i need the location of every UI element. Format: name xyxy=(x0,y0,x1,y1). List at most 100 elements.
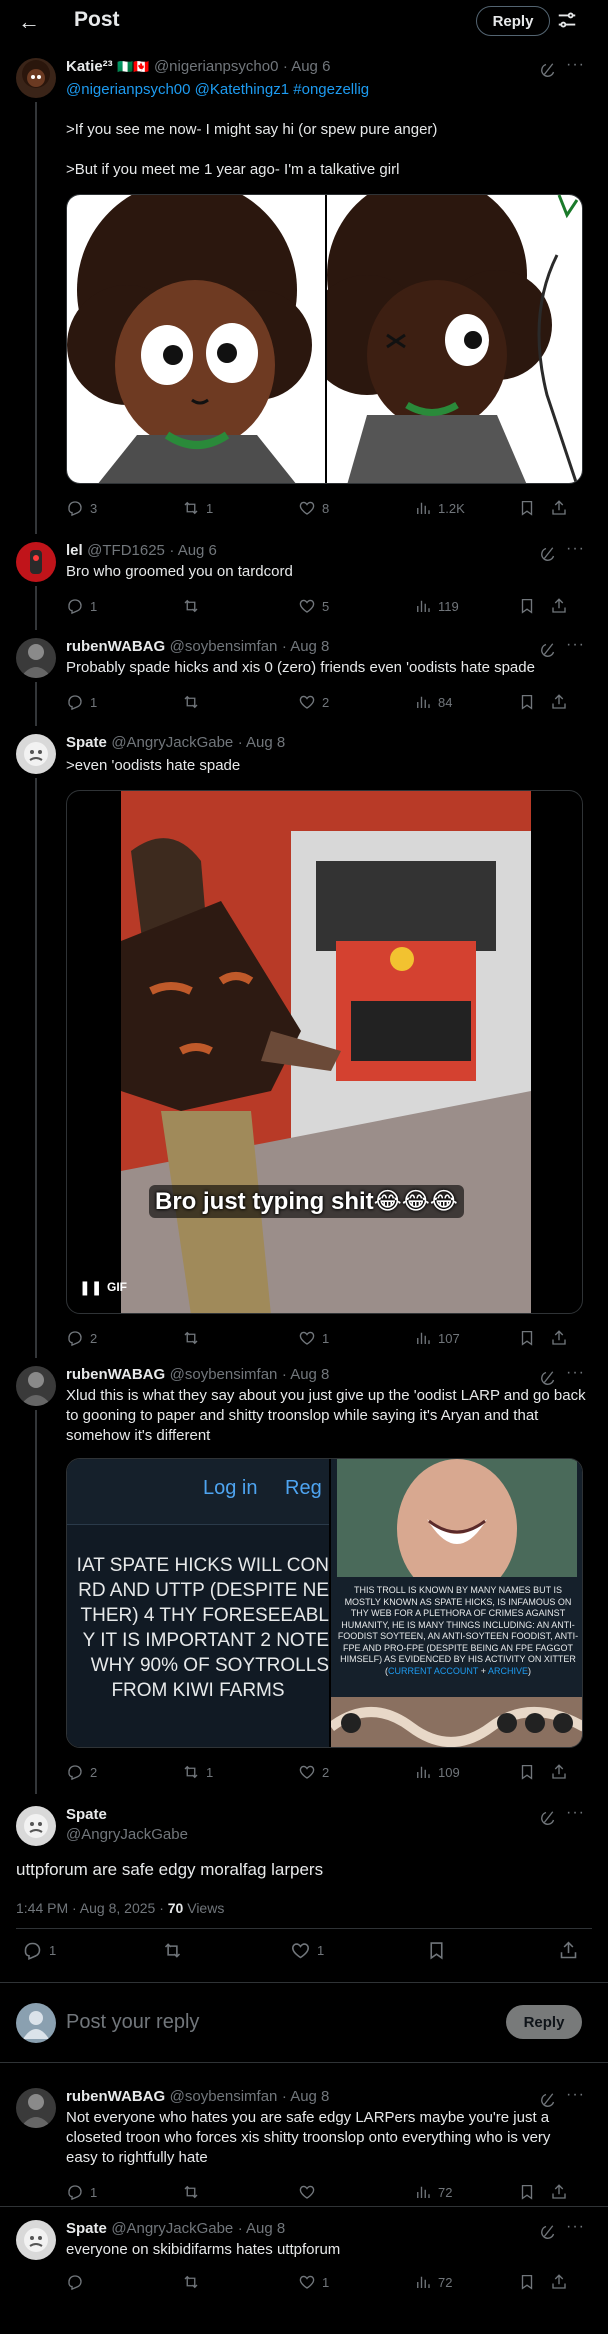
post-date[interactable]: · Aug 6 xyxy=(169,542,217,559)
avatar[interactable] xyxy=(16,1806,56,1846)
reply-icon[interactable]: 1 xyxy=(66,2183,182,2201)
post-date[interactable]: · Aug 6 xyxy=(283,58,331,75)
more-icon[interactable]: ··· xyxy=(566,2218,585,2236)
author-handle[interactable]: @soybensimfan xyxy=(170,2088,278,2105)
reply-icon[interactable]: 1 xyxy=(66,693,182,711)
image-right[interactable] xyxy=(327,195,582,483)
share-icon[interactable] xyxy=(558,1940,579,1961)
avatar[interactable] xyxy=(16,2220,56,2260)
author-name[interactable]: rubenWABAG xyxy=(66,2088,165,2105)
avatar[interactable] xyxy=(16,1366,56,1406)
post-date[interactable]: · Aug 8 xyxy=(282,1366,330,1383)
author-name[interactable]: Spate xyxy=(66,1806,107,1823)
more-icon[interactable]: ··· xyxy=(566,540,585,558)
bookmark-icon[interactable] xyxy=(518,1329,550,1347)
post-timestamp[interactable]: 1:44 PM · Aug 8, 2025 · xyxy=(16,1900,168,1916)
share-icon[interactable] xyxy=(550,1763,568,1781)
grok-icon[interactable] xyxy=(540,2090,558,2108)
share-icon[interactable] xyxy=(550,2183,568,2201)
grok-icon[interactable] xyxy=(540,544,558,562)
author-name[interactable]: rubenWABAG xyxy=(66,638,165,655)
repost-icon[interactable] xyxy=(182,597,298,615)
author-name[interactable]: Spate xyxy=(66,734,107,751)
reply-icon[interactable] xyxy=(66,2273,182,2291)
bookmark-icon[interactable] xyxy=(426,1940,558,1961)
reply-rubenwabag[interactable]: rubenWABAG @soybensimfan · Aug 8 ··· Not… xyxy=(0,2080,608,2208)
author-handle[interactable]: @soybensimfan xyxy=(170,638,278,655)
more-icon[interactable]: ··· xyxy=(566,636,585,654)
like-icon[interactable]: 1 xyxy=(298,1329,414,1347)
back-arrow-icon[interactable]: ← xyxy=(18,9,40,35)
author-handle[interactable]: @AngryJackGabe xyxy=(66,1826,188,1843)
repost-icon[interactable] xyxy=(182,1329,298,1347)
pause-icon[interactable]: ❚❚ xyxy=(79,1279,102,1296)
views-icon[interactable]: 119 xyxy=(414,597,518,615)
sliders-icon[interactable] xyxy=(556,9,580,31)
my-avatar[interactable] xyxy=(16,2003,56,2043)
more-icon[interactable]: ··· xyxy=(566,2086,585,2104)
views-icon[interactable]: 72 xyxy=(414,2273,518,2291)
author-name[interactable]: rubenWABAG xyxy=(66,1366,165,1383)
image-right[interactable]: THIS TROLL IS KNOWN BY MANY NAMES BUT IS… xyxy=(331,1459,582,1747)
reply-input[interactable]: Post your reply xyxy=(66,2011,466,2034)
avatar[interactable] xyxy=(16,734,56,774)
post-date[interactable]: · Aug 8 xyxy=(238,734,286,751)
views-icon[interactable]: 107 xyxy=(414,1329,518,1347)
post-rubenwabag-1[interactable]: rubenWABAG @soybensimfan · Aug 8 ··· Pro… xyxy=(0,630,608,726)
grok-icon[interactable] xyxy=(540,640,558,658)
bookmark-icon[interactable] xyxy=(518,693,550,711)
views-icon[interactable]: 1.2K xyxy=(414,499,518,517)
author-handle[interactable]: @TFD1625 xyxy=(87,542,165,559)
like-icon[interactable] xyxy=(298,2183,414,2201)
reply-icon[interactable]: 3 xyxy=(66,499,182,517)
views-icon[interactable]: 109 xyxy=(414,1763,518,1781)
author-name[interactable]: lel xyxy=(66,542,83,559)
author-handle[interactable]: @AngryJackGabe xyxy=(111,734,233,751)
composer-reply-button[interactable]: Reply xyxy=(506,2005,582,2039)
avatar[interactable] xyxy=(16,2088,56,2128)
share-icon[interactable] xyxy=(550,499,568,517)
post-rubenwabag-2[interactable]: rubenWABAG @soybensimfan · Aug 8 ··· Xlu… xyxy=(0,1358,608,1798)
reply-icon[interactable]: 1 xyxy=(66,597,182,615)
post-katie[interactable]: Katie²³ 🇳🇬🇨🇦 @nigerianpsycho0 · Aug 6 ··… xyxy=(0,50,608,534)
like-icon[interactable]: 2 xyxy=(298,693,414,711)
avatar[interactable] xyxy=(16,638,56,678)
repost-icon[interactable] xyxy=(182,2273,298,2291)
avatar[interactable] xyxy=(16,542,56,582)
image-left[interactable]: Log in Reg IAT SPATE HICKS WILL CON RD A… xyxy=(67,1459,329,1747)
avatar[interactable] xyxy=(16,58,56,98)
repost-icon[interactable] xyxy=(162,1940,290,1961)
share-icon[interactable] xyxy=(550,1329,568,1347)
grok-icon[interactable] xyxy=(540,2222,558,2240)
header-reply-button[interactable]: Reply xyxy=(476,6,550,36)
image-left[interactable] xyxy=(67,195,325,483)
grok-icon[interactable] xyxy=(540,1808,558,1826)
post-mentions[interactable]: @nigerianpsych00 @Katethingz1 #ongezelli… xyxy=(66,80,369,100)
more-icon[interactable]: ··· xyxy=(566,1364,585,1382)
post-date[interactable]: · Aug 8 xyxy=(282,2088,330,2105)
post-date[interactable]: · Aug 8 xyxy=(238,2220,286,2237)
share-icon[interactable] xyxy=(550,2273,568,2291)
views-icon[interactable]: 72 xyxy=(414,2183,518,2201)
author-handle[interactable]: @soybensimfan xyxy=(170,1366,278,1383)
like-icon[interactable]: 1 xyxy=(290,1940,426,1961)
post-date[interactable]: · Aug 8 xyxy=(282,638,330,655)
author-name[interactable]: Spate xyxy=(66,2220,107,2237)
like-icon[interactable]: 1 xyxy=(298,2273,414,2291)
grok-icon[interactable] xyxy=(540,1368,558,1386)
reply-icon[interactable]: 2 xyxy=(66,1329,182,1347)
reply-spate[interactable]: Spate @AngryJackGabe · Aug 8 ··· everyon… xyxy=(0,2212,608,2312)
more-icon[interactable]: ··· xyxy=(566,1804,585,1822)
author-handle[interactable]: @AngryJackGabe xyxy=(111,2220,233,2237)
repost-icon[interactable]: 1 xyxy=(182,1763,298,1781)
repost-icon[interactable] xyxy=(182,2183,298,2201)
share-icon[interactable] xyxy=(550,597,568,615)
grok-icon[interactable] xyxy=(540,60,558,78)
post-spate-gif[interactable]: Spate @AngryJackGabe · Aug 8 >even 'oodi… xyxy=(0,726,608,1358)
post-images[interactable] xyxy=(66,194,583,484)
share-icon[interactable] xyxy=(550,693,568,711)
repost-icon[interactable]: 1 xyxy=(182,499,298,517)
bookmark-icon[interactable] xyxy=(518,499,550,517)
post-lel[interactable]: lel @TFD1625 · Aug 6 ··· Bro who groomed… xyxy=(0,534,608,630)
bookmark-icon[interactable] xyxy=(518,597,550,615)
